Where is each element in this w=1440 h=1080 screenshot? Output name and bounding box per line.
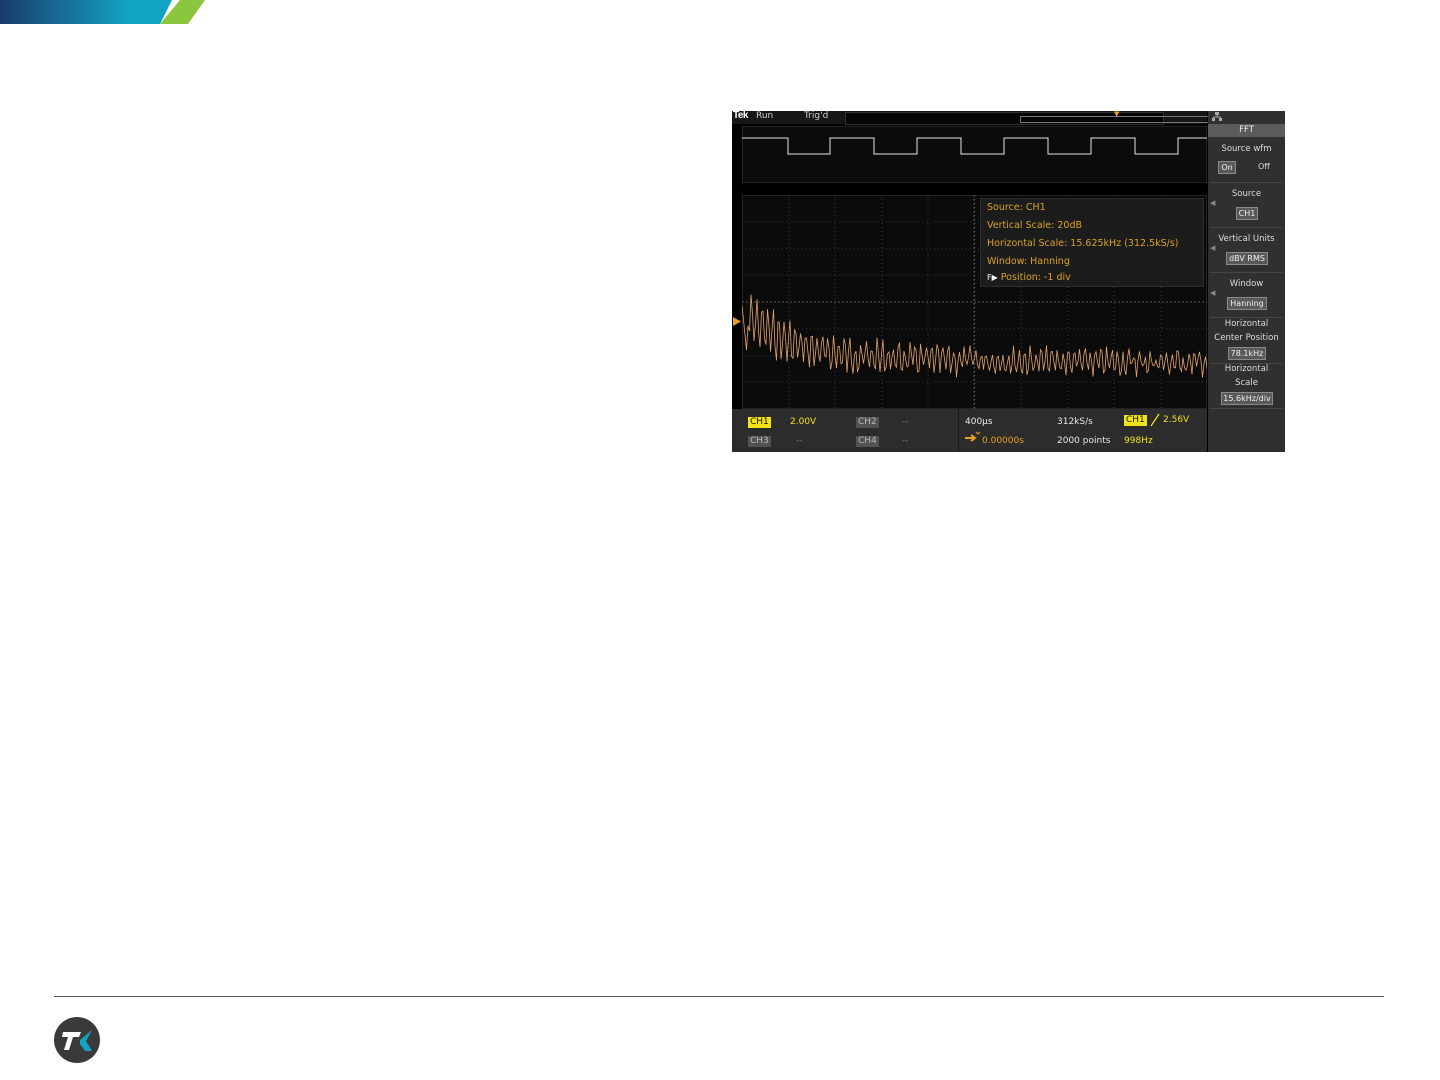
- oscilloscope-screen: Tek Run Trig'd ▼ Source: CH1 Vertical Sc…: [732, 111, 1285, 452]
- fft-vertical-scale-readout: Vertical Scale: 20dB: [987, 220, 1082, 231]
- horizontal-scale-value[interactable]: 15.6kHz/div: [1221, 392, 1273, 405]
- scope-readout-bar: CH1 2.00V CH2 -- CH3 -- CH4 -- 400µs 312…: [732, 409, 1207, 452]
- vertical-units-select[interactable]: dBV RMS: [1226, 252, 1268, 265]
- sample-rate: 312kS/s: [1057, 417, 1093, 427]
- window-label: Window: [1229, 279, 1264, 289]
- ch1-badge[interactable]: CH1: [748, 417, 771, 428]
- horizontal-scale-label-line1: Horizontal: [1224, 364, 1269, 374]
- scope-status-bar: Tek Run Trig'd ▼: [732, 111, 1215, 125]
- fft-horizontal-scale-readout: Horizontal Scale: 15.625kHz (312.5kS/s): [987, 238, 1179, 249]
- delay-arrow-icon: [965, 431, 981, 442]
- ch2-badge[interactable]: CH2: [856, 417, 879, 428]
- source-menu-arrow-icon: ◀: [1210, 199, 1216, 207]
- tek-tk-logo-icon: [54, 1017, 100, 1063]
- trigger-level: 2.56V: [1163, 415, 1190, 425]
- source-wfm-on-button[interactable]: On: [1218, 161, 1236, 174]
- window-arrow-icon: ◀: [1210, 289, 1216, 297]
- trigger-position-icon: ▼: [1114, 111, 1120, 118]
- horizontal-delay: 0.00000s: [982, 436, 1024, 446]
- fft-source-readout: Source: CH1: [987, 202, 1046, 213]
- source-label: Source: [1231, 189, 1262, 199]
- horizontal-center-label-line2: Center Position: [1214, 333, 1279, 343]
- network-status-icon: [1212, 112, 1222, 121]
- fft-reference-marker-icon: [733, 317, 741, 326]
- fft-window-readout: Window: Hanning: [987, 256, 1070, 267]
- footer-divider: [54, 996, 1384, 997]
- ch3-scale: --: [796, 436, 803, 446]
- side-menu-title: FFT: [1208, 124, 1285, 137]
- fft-side-menu: FFT Source wfm On Off ◀ Source CH1 ◀ Ver…: [1208, 111, 1285, 452]
- trigger-frequency: 998Hz: [1124, 436, 1153, 446]
- source-select[interactable]: CH1: [1236, 207, 1258, 220]
- rising-edge-icon: [1150, 413, 1160, 427]
- horizontal-scale-label-line2: Scale: [1235, 378, 1258, 388]
- ch4-badge[interactable]: CH4: [856, 436, 879, 447]
- source-wfm-off-button[interactable]: Off: [1258, 162, 1270, 171]
- record-length: 2000 points: [1057, 436, 1111, 446]
- fft-info-overlay: Source: CH1 Vertical Scale: 20dB Horizon…: [980, 198, 1204, 287]
- ch3-badge[interactable]: CH3: [748, 436, 771, 447]
- horizontal-center-label-line1: Horizontal: [1224, 319, 1269, 329]
- fft-position-readout: Position: -1 div: [1000, 272, 1071, 283]
- trigger-source-badge[interactable]: CH1: [1124, 415, 1147, 426]
- slide-header-accent: [0, 0, 205, 24]
- source-wfm-label: Source wfm: [1221, 144, 1272, 154]
- horizontal-center-value[interactable]: 78.1kHz: [1228, 347, 1266, 360]
- ch1-scale: 2.00V: [790, 417, 817, 427]
- time-per-div[interactable]: 400µs: [965, 417, 993, 427]
- source-waveform-panel: [742, 126, 1207, 183]
- vertical-units-arrow-icon: ◀: [1210, 244, 1216, 252]
- fft-position-icon: F▶: [987, 273, 998, 282]
- run-state[interactable]: Run: [756, 111, 773, 121]
- ch4-scale: --: [902, 436, 909, 446]
- window-select[interactable]: Hanning: [1227, 297, 1267, 310]
- tek-logo: Tek: [733, 111, 749, 121]
- record-view-bar: ▼: [845, 111, 1215, 125]
- trigger-state: Trig'd: [804, 111, 829, 121]
- ch2-scale: --: [902, 417, 909, 427]
- vertical-units-label: Vertical Units: [1218, 234, 1275, 244]
